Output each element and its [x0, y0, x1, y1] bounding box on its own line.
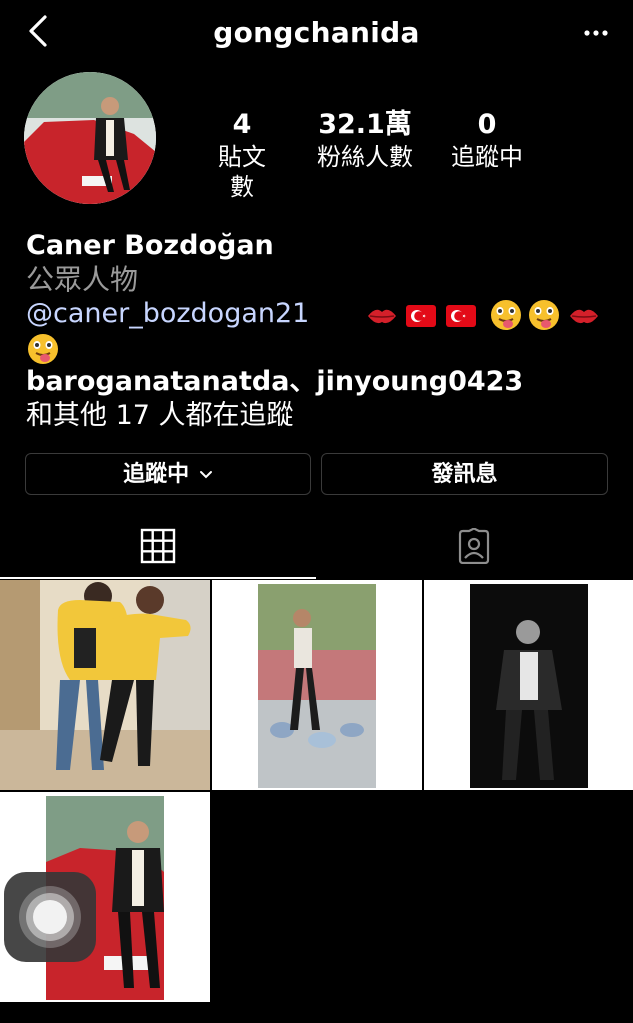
- stat-posts-count: 4: [232, 109, 252, 140]
- turkey-flag-icon: [406, 305, 436, 327]
- post-thumbnail[interactable]: [212, 580, 422, 790]
- followed-by-usernames[interactable]: baroganatanatda、jinyoung0423: [26, 364, 523, 400]
- stat-followers[interactable]: 32.1萬 粉絲人數: [308, 108, 422, 172]
- tagged-icon[interactable]: [456, 528, 492, 564]
- stat-following-label: 追蹤中: [451, 143, 523, 171]
- followed-by-count[interactable]: 和其他 17 人都在追蹤: [26, 398, 294, 434]
- stat-following[interactable]: 0 追蹤中: [444, 108, 530, 172]
- stat-followers-label: 粉絲人數: [317, 143, 413, 171]
- kiss-mark-icon: [368, 309, 396, 324]
- assistive-touch-button[interactable]: [4, 872, 96, 962]
- post-thumbnail[interactable]: [424, 580, 633, 790]
- more-options-icon[interactable]: [583, 24, 609, 42]
- message-button[interactable]: 發訊息: [321, 453, 608, 495]
- post-thumbnail[interactable]: [0, 580, 210, 790]
- stat-posts-label: 貼文數: [218, 143, 266, 201]
- profile-mention-link[interactable]: @caner_bozdogan21: [26, 296, 309, 332]
- profile-category: 公眾人物: [26, 263, 139, 296]
- winking-tongue-emoji-icon: [28, 334, 58, 364]
- bio-emoji-row: [368, 300, 598, 330]
- profile-display-name: Caner Bozdoğan: [26, 230, 274, 261]
- profile-avatar[interactable]: [24, 72, 156, 204]
- profile-username: gongchanida: [213, 16, 420, 49]
- winking-tongue-emoji-icon: [529, 300, 559, 330]
- stat-following-count: 0: [477, 109, 497, 140]
- stat-posts: 4 貼文數: [212, 108, 272, 202]
- profile-tabs: [0, 520, 633, 580]
- assistive-touch-icon: [19, 886, 81, 948]
- active-tab-indicator: [0, 577, 316, 579]
- turkey-flag-icon: [446, 305, 476, 327]
- kiss-mark-icon: [570, 309, 598, 324]
- chevron-down-icon: [199, 471, 212, 479]
- stat-followers-count: 32.1萬: [318, 109, 412, 140]
- message-button-label: 發訊息: [431, 462, 498, 487]
- grid-icon[interactable]: [140, 528, 176, 564]
- following-button-label: 追蹤中: [123, 462, 190, 487]
- following-button[interactable]: 追蹤中: [25, 453, 311, 495]
- winking-tongue-emoji-icon: [491, 300, 521, 330]
- top-bar: gongchanida: [0, 0, 633, 66]
